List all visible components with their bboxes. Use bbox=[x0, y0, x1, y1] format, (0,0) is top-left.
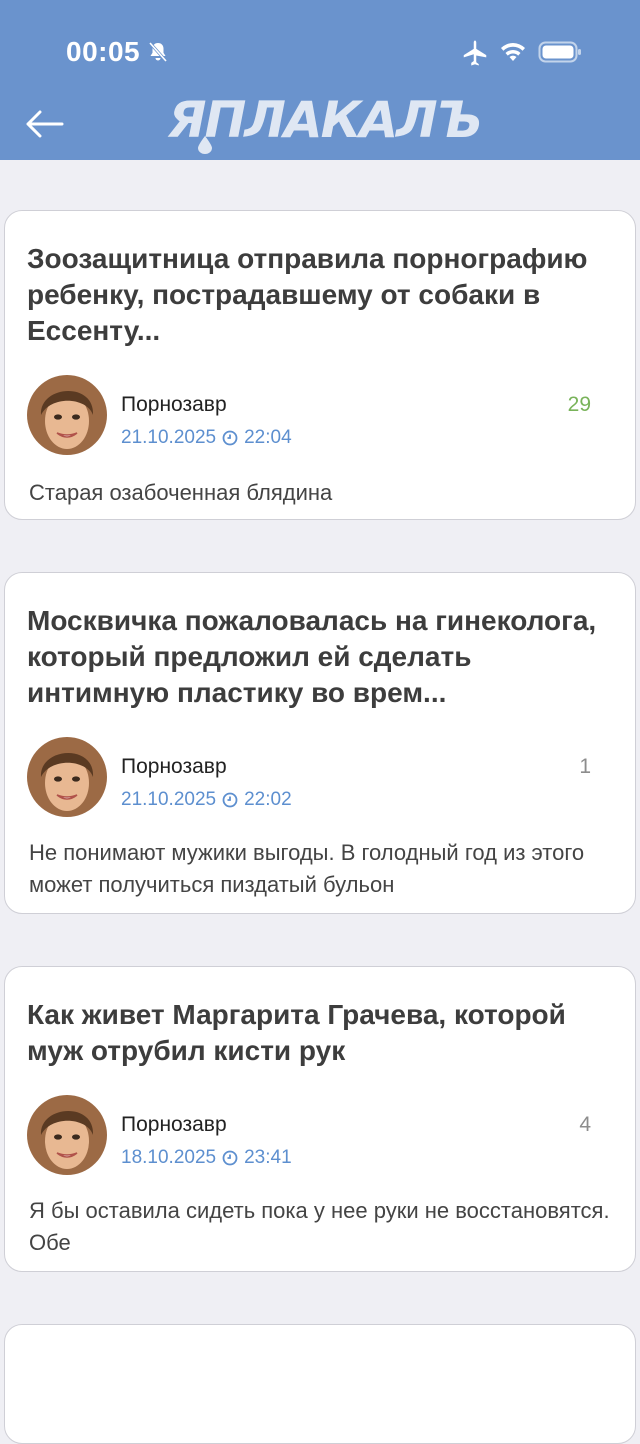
airplane-mode-icon bbox=[463, 40, 487, 66]
status-bar: 00:05 bbox=[0, 30, 640, 74]
bell-muted-icon bbox=[148, 42, 168, 62]
post-meta: 18.10.2025 23:41 bbox=[121, 1147, 292, 1169]
post-date: 18.10.2025 bbox=[121, 1147, 217, 1168]
comment-count[interactable]: 1 bbox=[579, 755, 591, 779]
app-logo: ЯПЛАКАЛЪ bbox=[168, 91, 483, 154]
post-time: 22:04 bbox=[244, 427, 292, 448]
back-button[interactable] bbox=[22, 104, 66, 144]
clock-icon bbox=[222, 792, 238, 808]
avatar-image bbox=[27, 375, 107, 455]
status-time: 00:05 bbox=[66, 36, 141, 67]
clock-icon bbox=[222, 1150, 238, 1166]
post-card[interactable]: Москвичка пожаловалась на гинеколога, ко… bbox=[4, 572, 636, 914]
arrow-left-icon bbox=[26, 110, 64, 138]
post-title[interactable]: Как живет Маргарита Грачева, которой муж… bbox=[27, 997, 617, 1069]
post-snippet: Я бы оставила сидеть пока у нее руки не … bbox=[29, 1198, 610, 1255]
post-title[interactable]: Москвичка пожаловалась на гинеколога, ко… bbox=[27, 603, 617, 711]
avatar-image bbox=[27, 737, 107, 817]
post-snippet: Не понимают мужики выгоды. В голодный го… bbox=[29, 840, 585, 897]
post-snippet: Старая озабоченная блядина bbox=[29, 480, 333, 505]
wifi-icon bbox=[501, 43, 525, 61]
avatar[interactable] bbox=[27, 1095, 107, 1175]
avatar-image bbox=[27, 1095, 107, 1175]
post-card[interactable]: Зоозащитница отправила порнографию ребен… bbox=[4, 210, 636, 520]
post-time: 23:41 bbox=[244, 1147, 292, 1168]
post-date: 21.10.2025 bbox=[121, 427, 217, 448]
post-date: 21.10.2025 bbox=[121, 789, 217, 810]
teardrop-icon bbox=[198, 136, 212, 154]
comment-count[interactable]: 4 bbox=[579, 1113, 591, 1137]
post-author[interactable]: Порнозавр bbox=[121, 1113, 227, 1137]
post-meta: 21.10.2025 22:04 bbox=[121, 427, 292, 449]
post-meta: 21.10.2025 22:02 bbox=[121, 789, 292, 811]
battery-icon bbox=[538, 41, 581, 63]
post-card[interactable] bbox=[4, 1324, 636, 1444]
post-author[interactable]: Порнозавр bbox=[121, 755, 227, 779]
logo-text: ЯПЛАКАЛЪ bbox=[168, 91, 483, 149]
avatar[interactable] bbox=[27, 375, 107, 455]
post-title[interactable]: Зоозащитница отправила порнографию ребен… bbox=[27, 241, 617, 349]
comment-count[interactable]: 29 bbox=[568, 393, 591, 417]
post-author[interactable]: Порнозавр bbox=[121, 393, 227, 417]
clock-icon bbox=[222, 430, 238, 446]
post-card[interactable]: Как живет Маргарита Грачева, которой муж… bbox=[4, 966, 636, 1272]
post-time: 22:02 bbox=[244, 789, 292, 810]
app-header: 00:05 ЯПЛАКАЛЪ bbox=[0, 0, 640, 160]
avatar[interactable] bbox=[27, 737, 107, 817]
